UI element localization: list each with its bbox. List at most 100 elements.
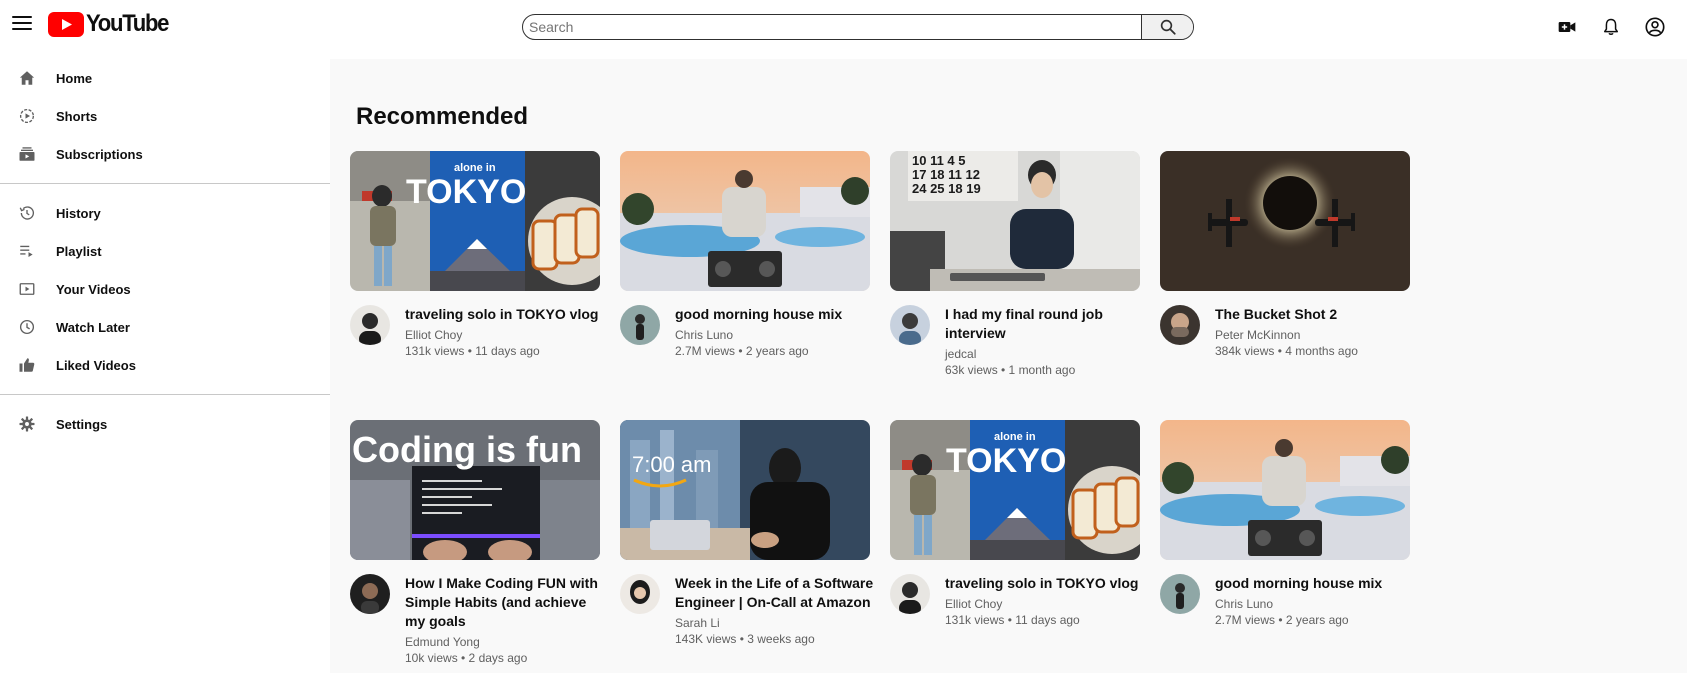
- channel-avatar[interactable]: [350, 305, 390, 345]
- video-card[interactable]: Coding is fun How I Make Coding FUN with…: [350, 420, 600, 666]
- video-thumbnail[interactable]: [1160, 420, 1410, 560]
- video-title[interactable]: The Bucket Shot 2: [1215, 305, 1415, 324]
- section-title: Recommended: [356, 103, 529, 130]
- video-stats: 2.7M views • 2 years ago: [675, 344, 809, 358]
- video-stats: 143K views • 3 weeks ago: [675, 632, 815, 646]
- channel-avatar[interactable]: [620, 305, 660, 345]
- video-card[interactable]: alone in TOKYO traveling solo in TOKYO v…: [890, 420, 1140, 628]
- sidebar-item-label: Subscriptions: [56, 146, 143, 162]
- video-title[interactable]: good morning house mix: [1215, 574, 1415, 593]
- sidebar-item-history[interactable]: History: [0, 195, 330, 231]
- search-icon: [1160, 19, 1176, 35]
- subscriptions-icon: [17, 144, 37, 164]
- svg-text:TOKYO: TOKYO: [946, 442, 1066, 480]
- channel-avatar[interactable]: [890, 574, 930, 614]
- video-stats: 131k views • 11 days ago: [405, 344, 540, 358]
- video-stats: 2.7M views • 2 years ago: [1215, 613, 1349, 627]
- svg-text:TOKYO: TOKYO: [406, 173, 526, 211]
- sidebar-item-label: Liked Videos: [56, 357, 136, 373]
- svg-text:Coding is fun: Coding is fun: [352, 429, 582, 470]
- channel-avatar[interactable]: [890, 305, 930, 345]
- gear-icon: [17, 414, 37, 434]
- video-title[interactable]: Week in the Life of a Software Engineer …: [675, 574, 875, 612]
- video-title[interactable]: traveling solo in TOKYO vlog: [945, 574, 1145, 593]
- video-title[interactable]: I had my final round job interview: [945, 305, 1145, 343]
- sidebar-item-watch-later[interactable]: Watch Later: [0, 309, 330, 345]
- channel-name[interactable]: Chris Luno: [675, 328, 875, 343]
- youtube-play-icon: [48, 11, 84, 37]
- svg-text:17 18 11 12: 17 18 11 12: [912, 167, 980, 182]
- logo-text: YouTube: [86, 10, 169, 37]
- sidebar-item-home[interactable]: Home: [0, 60, 330, 96]
- menu-icon[interactable]: [12, 16, 32, 32]
- create-video-button[interactable]: [1556, 16, 1578, 38]
- channel-name[interactable]: Edmund Yong: [405, 635, 605, 650]
- notifications-button[interactable]: [1600, 16, 1622, 38]
- svg-text:24 25 18 19: 24 25 18 19: [912, 181, 981, 196]
- sidebar-item-label: Your Videos: [56, 281, 131, 297]
- video-thumbnail[interactable]: alone in TOKYO: [890, 420, 1140, 560]
- your-videos-icon: [17, 279, 37, 299]
- sidebar-item-label: History: [56, 205, 101, 221]
- video-thumbnail[interactable]: [1160, 151, 1410, 291]
- like-icon: [17, 355, 37, 375]
- sidebar-item-your-videos[interactable]: Your Videos: [0, 271, 330, 307]
- video-title[interactable]: How I Make Coding FUN with Simple Habits…: [405, 574, 605, 631]
- playlist-icon: [17, 241, 37, 261]
- video-card[interactable]: good morning house mix Chris Luno 2.7M v…: [1160, 420, 1410, 628]
- sidebar-divider: [0, 183, 330, 184]
- sidebar-item-subscriptions[interactable]: Subscriptions: [0, 136, 330, 172]
- video-thumbnail[interactable]: 10 11 4 5 17 18 11 12 24 25 18 19: [890, 151, 1140, 291]
- sidebar-item-label: Playlist: [56, 243, 102, 259]
- sidebar-item-label: Shorts: [56, 108, 98, 124]
- search-bar: [522, 14, 1194, 40]
- video-stats: 384k views • 4 months ago: [1215, 344, 1358, 358]
- video-card[interactable]: 10 11 4 5 17 18 11 12 24 25 18 19 I had my…: [890, 151, 1140, 378]
- home-icon: [17, 68, 37, 88]
- video-title[interactable]: good morning house mix: [675, 305, 875, 324]
- video-stats: 10k views • 2 days ago: [405, 651, 528, 665]
- video-card[interactable]: The Bucket Shot 2 Peter McKinnon 384k vi…: [1160, 151, 1410, 359]
- sidebar-item-label: Settings: [56, 416, 108, 432]
- channel-avatar[interactable]: [350, 574, 390, 614]
- channel-name[interactable]: Sarah Li: [675, 616, 875, 631]
- sidebar-item-settings[interactable]: Settings: [0, 406, 330, 442]
- sidebar-item-label: Watch Later: [56, 319, 130, 335]
- account-button[interactable]: [1644, 16, 1666, 38]
- video-stats: 63k views • 1 month ago: [945, 363, 1076, 377]
- watch-later-icon: [17, 317, 37, 337]
- account-circle-icon: [1645, 17, 1665, 37]
- video-card[interactable]: 7:00 am Week in the Life of a Software E…: [620, 420, 873, 647]
- shorts-icon: [17, 106, 37, 126]
- video-thumbnail[interactable]: Coding is fun: [350, 420, 600, 560]
- svg-text:7:00 am: 7:00 am: [632, 452, 712, 477]
- sidebar-item-shorts[interactable]: Shorts: [0, 98, 330, 134]
- youtube-logo[interactable]: YouTube: [48, 10, 175, 37]
- bell-icon: [1604, 18, 1618, 35]
- channel-name[interactable]: Chris Luno: [1215, 597, 1415, 612]
- search-button[interactable]: [1141, 15, 1193, 39]
- channel-avatar[interactable]: [1160, 305, 1200, 345]
- video-thumbnail[interactable]: 7:00 am: [620, 420, 870, 560]
- sidebar-item-liked-videos[interactable]: Liked Videos: [0, 347, 330, 383]
- sidebar-item-playlist[interactable]: Playlist: [0, 233, 330, 269]
- video-stats: 131k views • 11 days ago: [945, 613, 1080, 627]
- channel-avatar[interactable]: [1160, 574, 1200, 614]
- video-title[interactable]: traveling solo in TOKYO vlog: [405, 305, 605, 324]
- channel-name[interactable]: jedcal: [945, 347, 1145, 362]
- channel-name[interactable]: Elliot Choy: [945, 597, 1145, 612]
- top-bar: YouTube: [0, 0, 1687, 59]
- video-card[interactable]: alone in TOKYO traveling solo in TOKYO v…: [350, 151, 600, 359]
- svg-text:10 11 4 5: 10 11 4 5: [912, 153, 966, 168]
- sidebar-divider: [0, 394, 330, 395]
- video-camera-plus-icon: [1558, 22, 1576, 32]
- video-card[interactable]: good morning house mix Chris Luno 2.7M v…: [620, 151, 870, 359]
- history-icon: [17, 203, 37, 223]
- video-thumbnail[interactable]: [620, 151, 870, 291]
- channel-avatar[interactable]: [620, 574, 660, 614]
- channel-name[interactable]: Elliot Choy: [405, 328, 605, 343]
- sidebar-item-label: Home: [56, 70, 93, 86]
- search-input[interactable]: [523, 15, 1141, 39]
- video-thumbnail[interactable]: alone in TOKYO: [350, 151, 600, 291]
- channel-name[interactable]: Peter McKinnon: [1215, 328, 1415, 343]
